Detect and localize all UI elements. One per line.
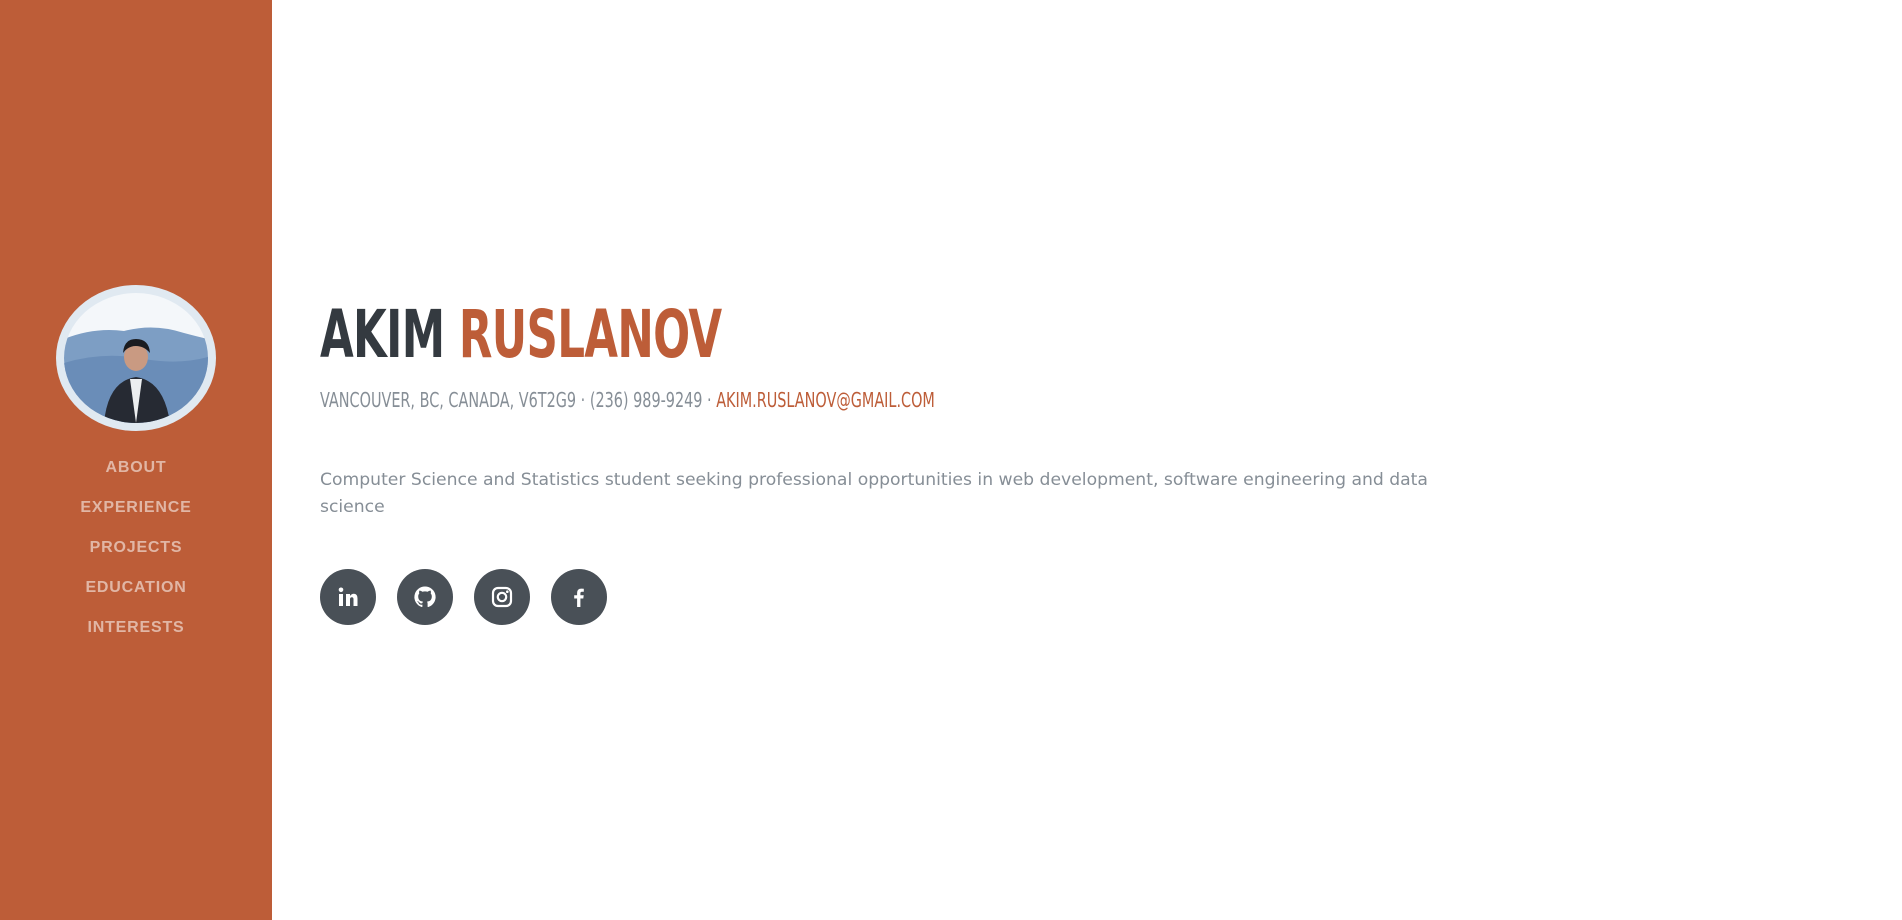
github-icon [414,586,436,608]
nav-link-education[interactable]: Education [85,579,186,597]
contact-line: Vancouver, BC, Canada, V6T2G9 · (236) 98… [320,386,935,414]
linkedin-icon [338,587,358,606]
profile-avatar [56,285,216,431]
first-name: Akim [320,296,445,373]
nav-link-interests[interactable]: Interests [88,619,185,637]
sidebar: About Experience Projects Education Inte… [0,0,272,920]
profile-photo [64,293,208,423]
nav-link-projects[interactable]: Projects [90,539,183,557]
nav-item-experience: Experience [0,488,272,528]
last-name: Ruslanov [458,296,722,373]
github-button[interactable] [397,569,453,625]
nav-link-about[interactable]: About [106,459,167,477]
facebook-button[interactable] [551,569,607,625]
separator-dot: · [580,388,586,412]
location-text: Vancouver, BC, Canada, V6T2G9 [320,388,577,412]
instagram-button[interactable] [474,569,530,625]
nav-item-about: About [0,448,272,488]
nav-link-experience[interactable]: Experience [80,499,191,517]
email-link[interactable]: akim.ruslanov@gmail.com [716,388,935,412]
page-title: Akim Ruslanov [320,290,722,380]
instagram-icon [491,586,513,608]
sidebar-nav: About Experience Projects Education Inte… [0,448,272,648]
social-icons [320,569,628,625]
linkedin-button[interactable] [320,569,376,625]
facebook-icon [574,588,584,607]
nav-item-education: Education [0,568,272,608]
separator-dot: · [707,388,712,412]
nav-item-projects: Projects [0,528,272,568]
phone-text: (236) 989-9249 [589,388,703,412]
nav-item-interests: Interests [0,608,272,648]
summary-text: Computer Science and Statistics student … [320,470,1428,517]
